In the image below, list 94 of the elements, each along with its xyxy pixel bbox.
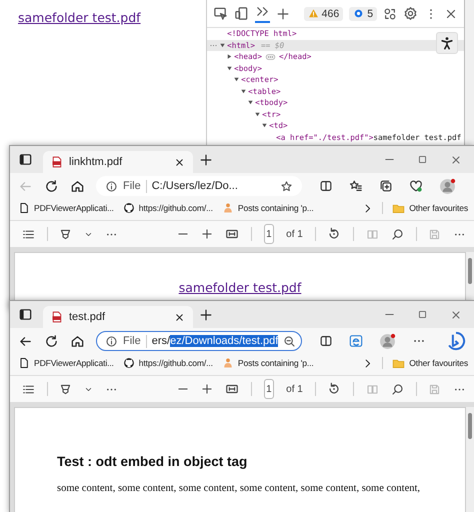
github-icon xyxy=(122,202,135,214)
heart-icon[interactable] xyxy=(409,179,423,193)
maximize-icon[interactable] xyxy=(417,308,428,320)
favorites-icon[interactable] xyxy=(349,179,363,193)
bookmark[interactable]: https://github.com/... xyxy=(122,202,213,214)
copilot-icon[interactable] xyxy=(446,331,466,351)
person-icon xyxy=(222,357,234,369)
search-icon[interactable] xyxy=(390,382,404,396)
maximize-icon[interactable] xyxy=(417,154,428,164)
bookmark[interactable]: Posts containing 'p... xyxy=(222,202,314,214)
page-number-field[interactable]: 1 xyxy=(264,224,274,244)
bookmark[interactable]: PDFViewerApplicati... xyxy=(18,357,114,369)
close-icon[interactable] xyxy=(450,308,462,320)
collections-icon[interactable] xyxy=(379,179,393,193)
tab-actions-icon[interactable] xyxy=(18,307,33,322)
split-screen-icon[interactable] xyxy=(319,179,333,193)
settings-icon[interactable] xyxy=(403,6,418,21)
address-label: File xyxy=(123,335,141,347)
browser-tab[interactable]: linkhtm.pdf xyxy=(43,151,193,173)
zoom-out-icon[interactable] xyxy=(283,334,296,348)
info-icon[interactable] xyxy=(105,180,118,192)
collapse-arrow-icon[interactable] xyxy=(254,110,262,118)
split-screen-icon[interactable] xyxy=(319,334,333,348)
contents-icon[interactable] xyxy=(22,228,35,240)
other-favourites[interactable]: Other favourites xyxy=(392,356,468,370)
bookmark[interactable]: https://github.com/... xyxy=(122,357,213,369)
contents-icon[interactable] xyxy=(22,382,35,396)
profile-icon[interactable] xyxy=(439,178,456,194)
collapse-arrow-icon[interactable] xyxy=(247,99,254,106)
warnings-badge[interactable]: 466 xyxy=(304,6,344,20)
link[interactable]: samefolder test.pdf xyxy=(178,280,302,295)
heading: Test : odt embed in object tag xyxy=(57,454,248,469)
refresh-icon[interactable] xyxy=(44,178,59,194)
zoom-in-icon[interactable] xyxy=(201,383,214,395)
issue-icon xyxy=(353,8,364,19)
draw-icon[interactable] xyxy=(59,228,72,240)
close-tab-icon[interactable] xyxy=(174,156,185,168)
zoom-in-icon[interactable] xyxy=(201,228,214,240)
expand-arrow-icon[interactable] xyxy=(226,53,234,60)
more-tabs-icon[interactable] xyxy=(255,4,270,23)
pdf-file-icon xyxy=(51,311,63,323)
inspect-icon[interactable] xyxy=(213,6,228,21)
new-tab-icon[interactable] xyxy=(199,152,213,166)
accessibility-button[interactable] xyxy=(436,32,458,54)
rotate-icon[interactable] xyxy=(327,227,342,241)
connect-icon[interactable] xyxy=(383,6,398,20)
profile-icon[interactable] xyxy=(379,332,396,350)
browser-icon[interactable] xyxy=(349,334,363,348)
close-tab-icon[interactable] xyxy=(174,312,185,322)
page-count: of 1 xyxy=(286,384,303,394)
collapse-arrow-icon[interactable] xyxy=(219,42,226,49)
bookmark[interactable]: PDFViewerApplicati... xyxy=(18,202,114,214)
issues-badge[interactable]: 5 xyxy=(349,6,378,20)
other-favourites[interactable]: Other favourites xyxy=(392,202,468,214)
address-label: File xyxy=(123,180,141,192)
page-count: of 1 xyxy=(286,228,303,240)
scrollbar-thumb[interactable] xyxy=(468,258,472,284)
url-text: C:/Users/lez/Do... xyxy=(152,180,238,192)
paragraph: some content, some content, some content, some content, some content, some content, xyxy=(57,483,422,494)
fit-page-icon[interactable] xyxy=(225,227,240,241)
refresh-icon[interactable] xyxy=(44,334,59,348)
github-icon xyxy=(122,357,135,369)
device-icon[interactable] xyxy=(234,6,250,21)
favorite-star-icon[interactable] xyxy=(280,180,293,192)
bookmark[interactable]: Posts containing 'p... xyxy=(222,357,314,369)
pdf-file-icon xyxy=(51,156,63,168)
fit-page-icon[interactable] xyxy=(225,382,240,396)
search-icon[interactable] xyxy=(390,228,404,240)
new-tab-icon[interactable] xyxy=(199,308,213,322)
collapse-arrow-icon[interactable] xyxy=(261,122,268,130)
person-icon xyxy=(222,202,234,214)
url-text: ers/ xyxy=(152,335,170,347)
collapse-arrow-icon[interactable] xyxy=(233,76,240,84)
page-icon xyxy=(18,202,30,214)
add-tab-icon[interactable] xyxy=(276,6,290,20)
collapse-arrow-icon[interactable] xyxy=(226,64,234,72)
scrollbar-thumb[interactable] xyxy=(468,413,472,439)
close-icon[interactable] xyxy=(450,154,462,166)
link[interactable]: samefolder test.pdf xyxy=(18,10,141,25)
accessibility-icon xyxy=(440,36,454,50)
collapse-arrow-icon[interactable] xyxy=(240,88,248,95)
address-bar[interactable]: File C:/Users/lez/Do... xyxy=(96,176,302,196)
url-text: ez/Downloads/test.pdf xyxy=(170,335,278,347)
home-icon[interactable] xyxy=(70,334,85,348)
warning-icon xyxy=(308,8,319,19)
rotate-icon[interactable] xyxy=(327,382,342,396)
draw-icon[interactable] xyxy=(59,382,72,396)
address-bar[interactable]: File ers/ez/Downloads/test.pdf xyxy=(96,331,302,351)
page-number-field[interactable]: 1 xyxy=(264,379,274,399)
page-icon xyxy=(18,357,30,369)
home-icon[interactable] xyxy=(70,178,85,194)
browser-tab[interactable]: test.pdf xyxy=(43,306,193,328)
tab-actions-icon[interactable] xyxy=(18,152,33,167)
info-icon[interactable] xyxy=(105,334,118,348)
